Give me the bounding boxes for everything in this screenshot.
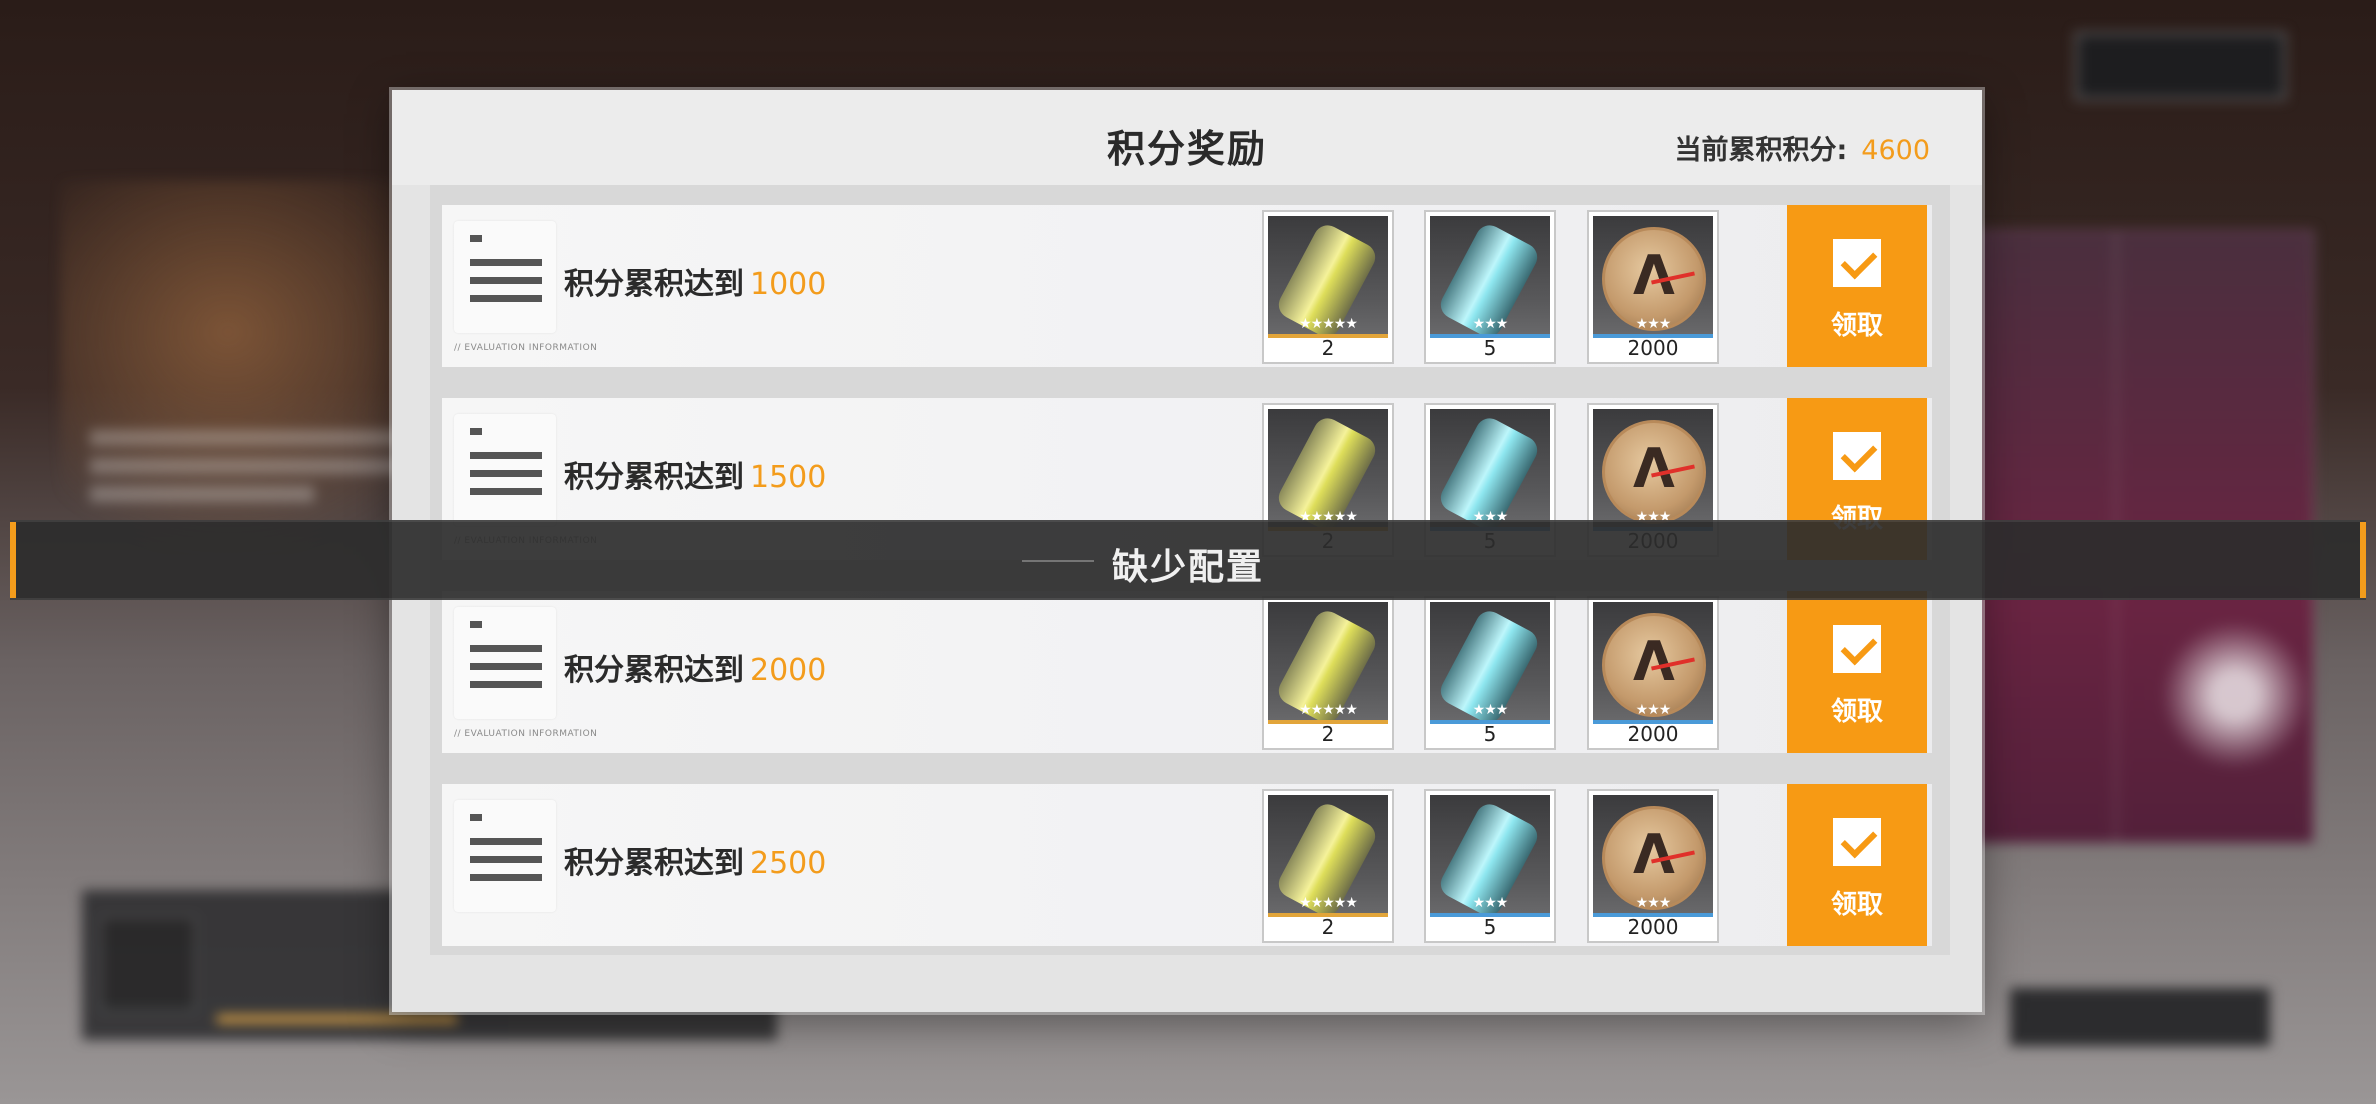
reward-item[interactable]: ★★★★★ 2 bbox=[1262, 789, 1394, 943]
document-icon bbox=[454, 414, 556, 526]
reward-item[interactable]: Λ★★★2000 bbox=[1587, 596, 1719, 750]
document-icon bbox=[454, 607, 556, 719]
claim-button-label: 领取 bbox=[1830, 890, 1883, 920]
reward-quantity: 5 bbox=[1483, 915, 1497, 939]
reward-row: 积分累积达到 2000// EVALUATION INFORMATION ★★★★★… bbox=[442, 591, 1932, 753]
checkmark-icon bbox=[1833, 239, 1881, 287]
dialog-header: 积分奖励 当前累积积分: 4600 bbox=[392, 90, 1982, 185]
rarity-stars: ★★★★★ bbox=[1299, 316, 1358, 332]
rarity-stars: ★★★ bbox=[1472, 702, 1509, 718]
reward-quantity: 5 bbox=[1483, 336, 1497, 360]
reward-item[interactable]: Λ★★★2000 bbox=[1587, 789, 1719, 943]
claim-button-label: 领取 bbox=[1830, 697, 1883, 727]
reward-threshold: 2500 bbox=[750, 846, 827, 881]
claim-button[interactable]: 领取 bbox=[1787, 591, 1927, 753]
reward-condition-label: 积分累积达到 bbox=[564, 653, 744, 688]
reward-condition: 积分累积达到 1000 bbox=[564, 259, 826, 303]
background-text-lines bbox=[90, 430, 410, 514]
claim-button-label: 领取 bbox=[1830, 311, 1883, 341]
document-icon bbox=[454, 221, 556, 333]
rarity-stars: ★★★ bbox=[1635, 702, 1672, 718]
reward-item-image: Λ ★★★ bbox=[1593, 216, 1713, 338]
reward-row: 积分累积达到 1000// EVALUATION INFORMATION ★★★★★… bbox=[442, 205, 1932, 367]
evaluation-caption: // EVALUATION INFORMATION bbox=[454, 343, 598, 353]
reward-item-image: ★★★★★ bbox=[1268, 216, 1388, 342]
reward-threshold: 2000 bbox=[750, 653, 827, 688]
reward-item-image: Λ ★★★ bbox=[1593, 409, 1713, 531]
rarity-stars: ★★★ bbox=[1472, 895, 1509, 911]
document-icon bbox=[454, 800, 556, 912]
reward-item[interactable]: ★★★ 5 bbox=[1424, 596, 1556, 750]
rarity-stars: ★★★★★ bbox=[1299, 702, 1358, 718]
toast-message: 缺少配置 bbox=[1111, 547, 1264, 588]
background-top-button bbox=[2075, 32, 2286, 100]
checkmark-icon bbox=[1833, 818, 1881, 866]
reward-quantity: 2 bbox=[1321, 915, 1335, 939]
reward-quantity: 2000 bbox=[1627, 336, 1679, 360]
reward-condition: 积分累积达到 1500 bbox=[564, 452, 826, 496]
rarity-stars: ★★★ bbox=[1472, 316, 1509, 332]
toast-accent-right bbox=[2360, 522, 2366, 598]
reward-condition-label: 积分累积达到 bbox=[564, 846, 744, 881]
background-flower-emblem bbox=[2160, 620, 2310, 770]
reward-item-image: ★★★★★ bbox=[1268, 795, 1388, 921]
current-points: 当前累积积分: 4600 bbox=[1674, 128, 1930, 167]
background-button bbox=[2010, 988, 2270, 1046]
reward-item-image: Λ ★★★ bbox=[1593, 602, 1713, 724]
reward-item-image: ★★★ bbox=[1430, 409, 1550, 535]
rarity-stars: ★★★ bbox=[1635, 316, 1672, 332]
claim-button[interactable]: 领取 bbox=[1787, 205, 1927, 367]
claim-button[interactable]: 领取 bbox=[1787, 784, 1927, 946]
current-points-value: 4600 bbox=[1861, 135, 1930, 166]
reward-quantity: 5 bbox=[1483, 722, 1497, 746]
reward-threshold: 1500 bbox=[750, 460, 827, 495]
rarity-stars: ★★★★★ bbox=[1299, 895, 1358, 911]
reward-item-image: ★★★★★ bbox=[1268, 409, 1388, 535]
reward-condition-label: 积分累积达到 bbox=[564, 267, 744, 302]
reward-threshold: 1000 bbox=[750, 267, 827, 302]
current-points-label: 当前累积积分: bbox=[1674, 135, 1848, 166]
checkmark-icon bbox=[1833, 625, 1881, 673]
toast-banner: 缺少配置 bbox=[10, 520, 2366, 600]
reward-item[interactable]: ★★★ 5 bbox=[1424, 789, 1556, 943]
evaluation-caption: // EVALUATION INFORMATION bbox=[454, 729, 598, 739]
reward-condition-label: 积分累积达到 bbox=[564, 460, 744, 495]
reward-item[interactable]: ★★★★★ 2 bbox=[1262, 596, 1394, 750]
reward-quantity: 2000 bbox=[1627, 915, 1679, 939]
reward-condition: 积分累积达到 2500 bbox=[564, 838, 826, 882]
reward-item-image: ★★★ bbox=[1430, 795, 1550, 921]
reward-item-image: Λ ★★★ bbox=[1593, 795, 1713, 917]
reward-item[interactable]: Λ★★★2000 bbox=[1587, 210, 1719, 364]
checkmark-icon bbox=[1833, 432, 1881, 480]
reward-quantity: 2000 bbox=[1627, 722, 1679, 746]
rarity-stars: ★★★ bbox=[1635, 895, 1672, 911]
reward-quantity: 2 bbox=[1321, 336, 1335, 360]
reward-item-image: ★★★★★ bbox=[1268, 602, 1388, 728]
reward-item[interactable]: ★★★ 5 bbox=[1424, 210, 1556, 364]
reward-condition: 积分累积达到 2000 bbox=[564, 645, 826, 689]
reward-quantity: 2 bbox=[1321, 722, 1335, 746]
reward-row: 积分累积达到 2500 ★★★★★ 2 ★★★ 5 Λ ★★★ 2000 领取 bbox=[442, 784, 1932, 946]
reward-item-image: ★★★ bbox=[1430, 602, 1550, 728]
reward-item[interactable]: ★★★★★ 2 bbox=[1262, 210, 1394, 364]
reward-item-image: ★★★ bbox=[1430, 216, 1550, 342]
